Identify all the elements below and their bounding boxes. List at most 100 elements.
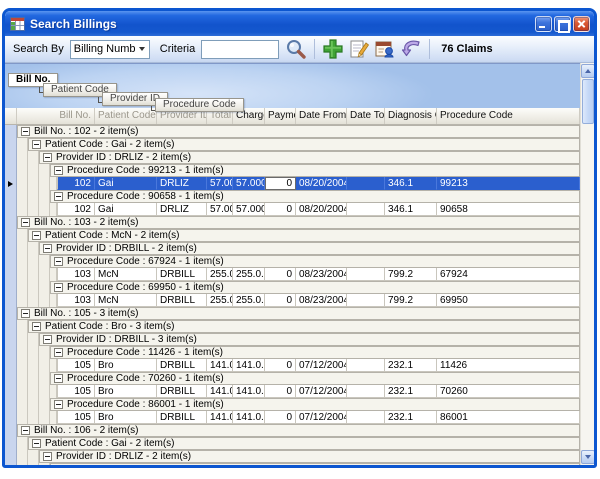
- group-row-box[interactable]: Provider ID : DRLIZ - 2 item(s): [39, 151, 580, 164]
- collapse-icon[interactable]: [54, 192, 63, 201]
- group-row[interactable]: Bill No. : 102 - 2 item(s): [5, 125, 580, 138]
- grid-cell[interactable]: 0: [265, 294, 296, 307]
- group-row[interactable]: Procedure Code : 69950 - 1 item(s): [5, 281, 580, 294]
- group-field-procedure-code[interactable]: Procedure Code: [155, 98, 244, 112]
- data-row[interactable]: 103McNDRBILL255.0...255.0...008/23/20047…: [5, 268, 580, 281]
- grid-cell[interactable]: DRLIZ: [157, 177, 207, 190]
- column-header-date-from[interactable]: Date From: [296, 108, 347, 124]
- group-row-box[interactable]: Patient Code : Bro - 3 item(s): [28, 320, 580, 333]
- grid-cell[interactable]: [347, 411, 385, 424]
- data-row[interactable]: 103McNDRBILL255.0...255.0...008/23/20047…: [5, 294, 580, 307]
- group-row-box[interactable]: Provider ID : DRBILL - 2 item(s): [39, 242, 580, 255]
- row-indicator[interactable]: [5, 359, 17, 372]
- grid-cell[interactable]: 07/12/2004: [296, 411, 347, 424]
- grid-cell[interactable]: Bro: [95, 385, 157, 398]
- row-indicator[interactable]: [5, 320, 17, 333]
- grid-cell[interactable]: 08/23/2004: [296, 294, 347, 307]
- column-header-bill-no[interactable]: Bill No.: [17, 108, 95, 124]
- grid-cell[interactable]: [347, 294, 385, 307]
- grid-cell[interactable]: [347, 385, 385, 398]
- minimize-button[interactable]: [535, 16, 552, 32]
- row-indicator[interactable]: [5, 164, 17, 177]
- grid-cell[interactable]: 105: [57, 359, 95, 372]
- group-row[interactable]: Provider ID : DRLIZ - 2 item(s): [5, 450, 580, 463]
- grid-cell[interactable]: 105: [57, 411, 95, 424]
- vertical-scrollbar[interactable]: [580, 63, 594, 465]
- collapse-icon[interactable]: [54, 283, 63, 292]
- group-row-box[interactable]: Bill No. : 106 - 2 item(s): [17, 424, 580, 437]
- grid-cell[interactable]: 232.1: [385, 359, 437, 372]
- grid-cell[interactable]: McN: [95, 268, 157, 281]
- grid-cell[interactable]: 255.0...: [233, 294, 265, 307]
- group-row[interactable]: Procedure Code : 11426 - 1 item(s): [5, 346, 580, 359]
- group-row-box[interactable]: Procedure Code : 90658 - 1 item(s): [50, 190, 580, 203]
- collapse-icon[interactable]: [32, 322, 41, 331]
- row-indicator[interactable]: [5, 151, 17, 164]
- row-indicator[interactable]: [5, 411, 17, 424]
- grid-cell[interactable]: 99213: [437, 177, 580, 190]
- group-row[interactable]: Patient Code : Bro - 3 item(s): [5, 320, 580, 333]
- grid-cell[interactable]: 141.0...: [207, 359, 233, 372]
- collapse-icon[interactable]: [54, 257, 63, 266]
- report-icon[interactable]: [374, 38, 396, 60]
- grid-cell[interactable]: DRBILL: [157, 385, 207, 398]
- grid-cell[interactable]: [347, 203, 385, 216]
- group-row-box[interactable]: Procedure Code : 11426 - 1 item(s): [50, 346, 580, 359]
- group-row-box[interactable]: Bill No. : 103 - 2 item(s): [17, 216, 580, 229]
- group-row[interactable]: Procedure Code : 70260 - 1 item(s): [5, 372, 580, 385]
- group-row[interactable]: Patient Code : Gai - 2 item(s): [5, 138, 580, 151]
- collapse-icon[interactable]: [54, 348, 63, 357]
- grid-cell[interactable]: 799.2: [385, 294, 437, 307]
- row-indicator[interactable]: [5, 372, 17, 385]
- grid-cell[interactable]: Bro: [95, 411, 157, 424]
- title-bar[interactable]: Search Billings: [5, 11, 594, 36]
- group-row-box[interactable]: Procedure Code : 70260 - 1 item(s): [50, 372, 580, 385]
- group-row-box[interactable]: Provider ID : DRLIZ - 2 item(s): [39, 450, 580, 463]
- group-row-box[interactable]: Procedure Code : 99213 - 1 item(s): [50, 164, 580, 177]
- grid-cell[interactable]: 0: [265, 411, 296, 424]
- row-indicator[interactable]: [5, 138, 17, 151]
- row-indicator[interactable]: [5, 203, 17, 216]
- collapse-icon[interactable]: [43, 244, 52, 253]
- grid-cell[interactable]: 232.1: [385, 411, 437, 424]
- collapse-icon[interactable]: [32, 140, 41, 149]
- grid-cell[interactable]: 07/12/2004: [296, 385, 347, 398]
- grid-cell[interactable]: 69950: [437, 294, 580, 307]
- grid-cell[interactable]: 105: [57, 385, 95, 398]
- grid-cell[interactable]: 141.0...: [233, 385, 265, 398]
- group-row-box[interactable]: Bill No. : 102 - 2 item(s): [17, 125, 580, 138]
- grid-cell[interactable]: [347, 177, 385, 190]
- grid-cell[interactable]: 67924: [437, 268, 580, 281]
- grid-cell[interactable]: 0: [265, 177, 296, 190]
- grid-cell[interactable]: 07/12/2004: [296, 359, 347, 372]
- grid-cell[interactable]: 08/20/2004: [296, 203, 347, 216]
- grid-cell[interactable]: 57.0000: [233, 177, 265, 190]
- collapse-icon[interactable]: [54, 400, 63, 409]
- data-row[interactable]: 102GaiDRLIZ57.00...57.0000008/20/2004346…: [5, 203, 580, 216]
- grid-cell[interactable]: DRBILL: [157, 268, 207, 281]
- grid-cell[interactable]: [347, 268, 385, 281]
- grid-cell[interactable]: Gai: [95, 177, 157, 190]
- grid-cell[interactable]: 0: [265, 385, 296, 398]
- grid-cell[interactable]: 346.1: [385, 177, 437, 190]
- group-row-box[interactable]: [50, 463, 580, 465]
- grid-cell[interactable]: 86001: [437, 411, 580, 424]
- group-row[interactable]: Procedure Code : 86001 - 1 item(s): [5, 398, 580, 411]
- grid-cell[interactable]: 799.2: [385, 268, 437, 281]
- send-icon[interactable]: [400, 38, 422, 60]
- row-indicator[interactable]: [5, 125, 17, 138]
- row-indicator[interactable]: [5, 177, 17, 190]
- grid-cell[interactable]: DRBILL: [157, 359, 207, 372]
- search-icon[interactable]: [285, 38, 307, 60]
- group-row[interactable]: Bill No. : 103 - 2 item(s): [5, 216, 580, 229]
- grid-cell[interactable]: 141.0...: [233, 359, 265, 372]
- grid-cell[interactable]: DRLIZ: [157, 203, 207, 216]
- grid-cell[interactable]: 141.0...: [207, 411, 233, 424]
- scrollbar-thumb[interactable]: [582, 79, 594, 124]
- grid-cell[interactable]: 70260: [437, 385, 580, 398]
- grid-cell[interactable]: Bro: [95, 359, 157, 372]
- group-row[interactable]: Provider ID : DRBILL - 2 item(s): [5, 242, 580, 255]
- grid-cell[interactable]: 346.1: [385, 203, 437, 216]
- grid-cell[interactable]: 0: [265, 203, 296, 216]
- group-row[interactable]: Patient Code : Gai - 2 item(s): [5, 437, 580, 450]
